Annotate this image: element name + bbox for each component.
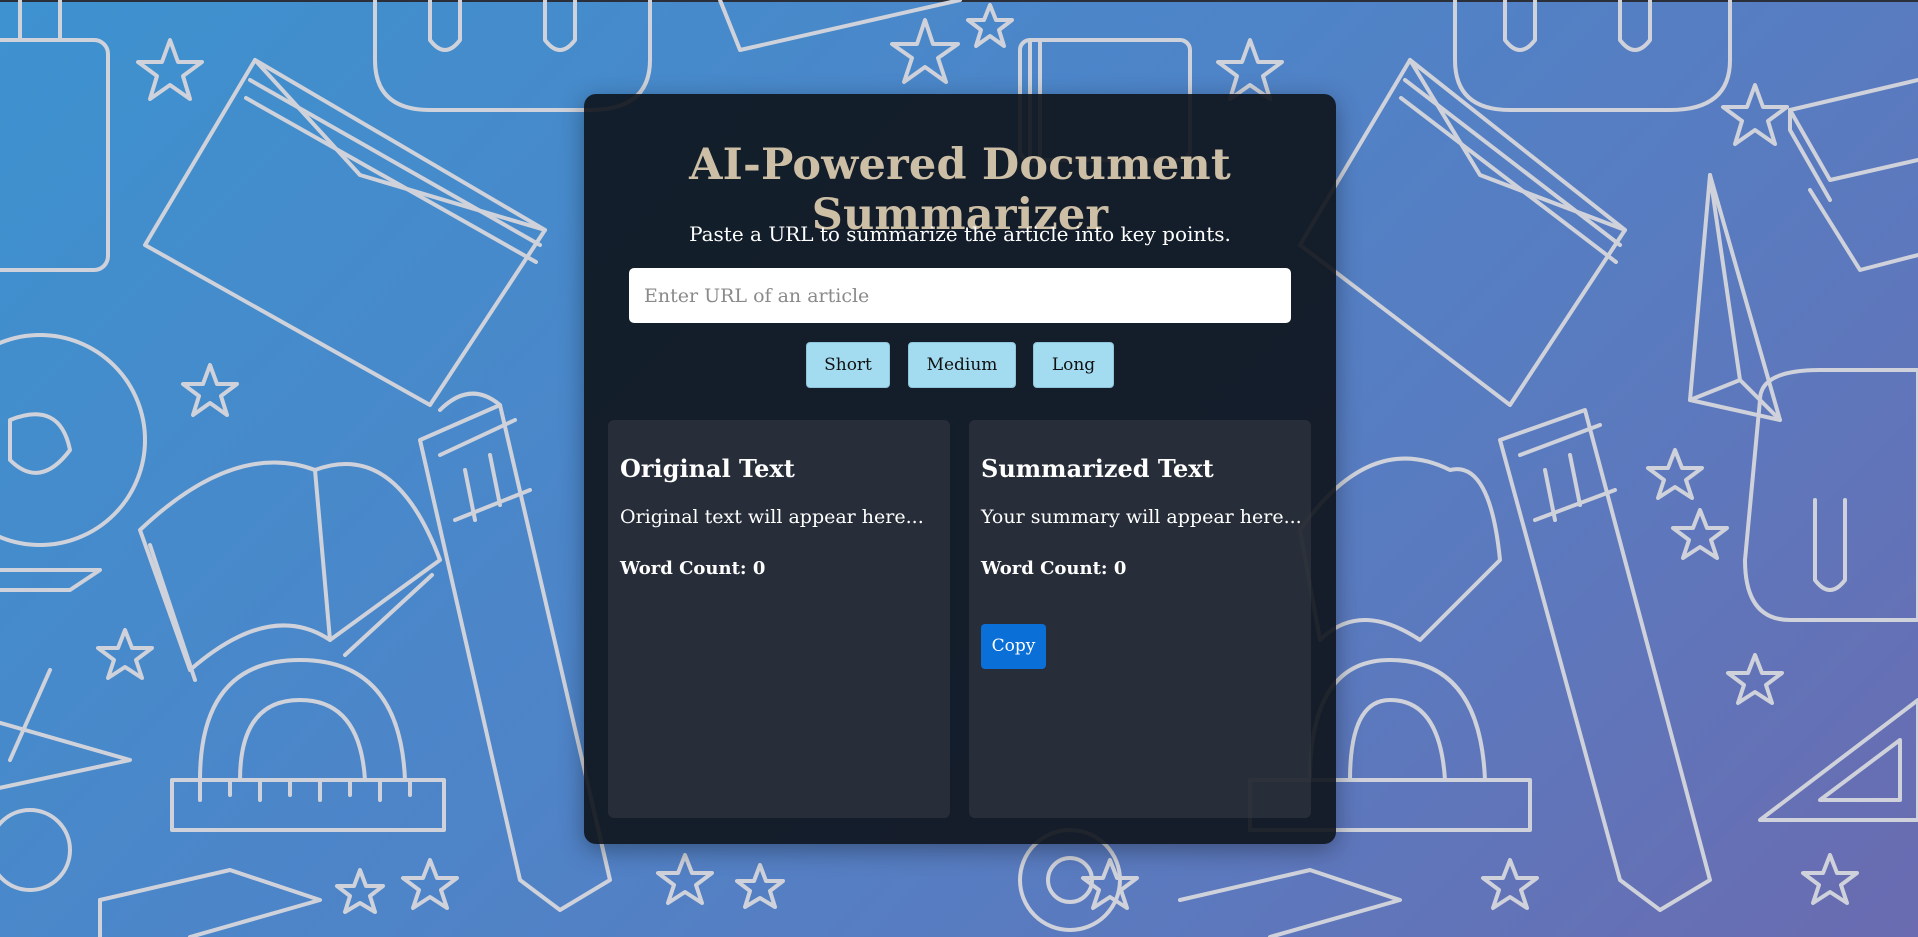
summarized-text-heading: Summarized Text — [981, 454, 1214, 483]
tape-icon — [1018, 828, 1122, 932]
pencil-icon — [418, 391, 612, 912]
open-book-icon — [138, 460, 442, 682]
protractor-icon — [170, 658, 446, 832]
book-stack-icon-right — [1788, 78, 1918, 272]
medium-button[interactable]: Medium — [908, 342, 1016, 388]
original-word-count: Word Count: 0 — [620, 558, 766, 579]
page-subtitle: Paste a URL to summarize the article int… — [689, 222, 1231, 246]
backpack-icon — [0, 0, 110, 272]
original-text-content: Original text will appear here... — [620, 506, 924, 528]
url-input[interactable] — [629, 268, 1291, 323]
backpack-icon-right-mid — [1743, 368, 1918, 622]
original-text-heading: Original Text — [620, 454, 795, 483]
long-button[interactable]: Long — [1033, 342, 1114, 388]
summarized-text-content: Your summary will appear here... — [981, 506, 1302, 528]
book-stack-icon — [98, 868, 322, 937]
copy-button[interactable]: Copy — [981, 624, 1046, 669]
short-button[interactable]: Short — [806, 342, 890, 388]
summarized-text-panel: Summarized Text Your summary will appear… — [969, 420, 1311, 818]
book-stack-icon-bottom-right — [1178, 868, 1402, 937]
backpack-icon-right — [1453, 0, 1732, 112]
original-text-panel: Original Text Original text will appear … — [608, 420, 950, 818]
summary-word-count: Word Count: 0 — [981, 558, 1127, 579]
set-square-icon — [1758, 698, 1918, 822]
star-icon-right — [1481, 83, 1859, 910]
star-icon-top — [890, 3, 1284, 101]
pencil-icon-right — [1498, 408, 1712, 912]
summarizer-card: AI-Powered Document Summarizer Paste a U… — [584, 94, 1336, 844]
globe-icon — [0, 333, 147, 592]
scissors-icon — [0, 668, 132, 892]
